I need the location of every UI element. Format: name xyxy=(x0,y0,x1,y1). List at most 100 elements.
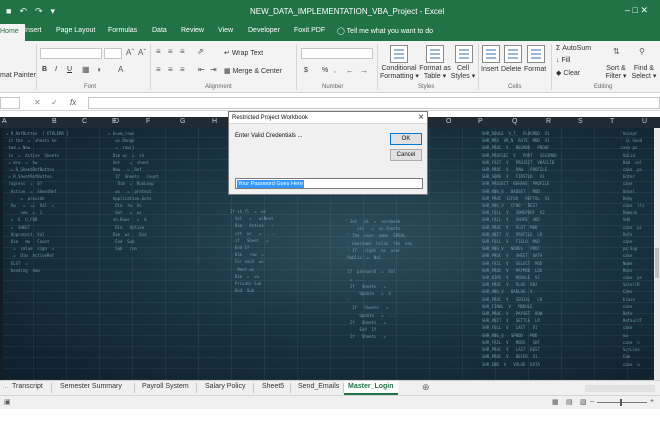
page-break-view-icon[interactable]: ▧ xyxy=(580,398,587,406)
window-controls[interactable]: – □ ✕ xyxy=(625,5,648,16)
find-select-button[interactable]: Find & Select ▾ xyxy=(629,65,659,81)
tab-view[interactable]: View xyxy=(218,27,233,34)
vertical-scrollbar[interactable] xyxy=(654,128,660,380)
sheet-tab-transcript[interactable]: Transcript xyxy=(12,383,43,390)
zoom-in-icon[interactable]: + xyxy=(650,398,654,405)
formula-input[interactable] xyxy=(88,97,660,109)
column-header[interactable]: A xyxy=(2,118,7,125)
bold-button[interactable]: B xyxy=(42,66,47,73)
sheet-tab-salary-policy[interactable]: Salary Policy xyxy=(205,383,245,390)
zoom-slider[interactable] xyxy=(597,402,647,403)
column-header[interactable]: B xyxy=(52,118,57,125)
align-top-icon[interactable]: ≡ xyxy=(156,47,161,56)
column-header[interactable]: F xyxy=(146,118,150,125)
tell-me-label: Tell me what you want to do xyxy=(346,28,434,35)
tab-data[interactable]: Data xyxy=(152,27,167,34)
font-color-icon[interactable]: A xyxy=(118,65,123,74)
increase-decimal-icon[interactable]: ← xyxy=(346,66,354,75)
fill-button[interactable]: ↓ Fill xyxy=(556,57,570,64)
column-header[interactable]: U xyxy=(642,118,647,125)
page-layout-view-icon[interactable]: ▤ xyxy=(566,398,573,406)
column-header[interactable]: S xyxy=(578,118,583,125)
cell-styles-button[interactable]: Cell Styles ▾ xyxy=(450,65,476,81)
number-format-combo[interactable] xyxy=(301,48,373,59)
cancel-button[interactable]: Cancel xyxy=(390,149,422,161)
sheet-tab-sheet5[interactable]: Sheet5 xyxy=(262,383,284,390)
shrink-font-icon[interactable]: Aˇ xyxy=(138,48,146,57)
underline-button[interactable]: U xyxy=(67,66,72,73)
tab-formulas[interactable]: Formulas xyxy=(108,27,137,34)
conditional-formatting-button[interactable]: Conditional Formatting ▾ xyxy=(380,65,419,81)
add-sheet-icon[interactable]: ⊕ xyxy=(422,382,430,393)
zoom-out-icon[interactable]: – xyxy=(590,398,594,405)
sheet-tab-semester-summary[interactable]: Semester Summary xyxy=(60,383,122,390)
percent-button[interactable]: % xyxy=(322,67,328,74)
tab-insert[interactable]: Insert xyxy=(24,27,42,34)
delete-cells-button[interactable]: Delete xyxy=(501,66,521,73)
borders-icon[interactable]: ▦ xyxy=(82,65,90,74)
column-header[interactable]: T xyxy=(610,118,614,125)
normal-view-icon[interactable]: ▦ xyxy=(552,398,559,406)
sort-filter-button[interactable]: Sort & Filter ▾ xyxy=(603,65,629,81)
italic-button[interactable]: I xyxy=(55,66,57,73)
align-left-icon[interactable]: ≡ xyxy=(156,65,161,74)
sheet-tab-master-login[interactable]: Master_Login xyxy=(344,381,398,395)
horizontal-scrollbar[interactable] xyxy=(585,385,655,392)
password-input[interactable]: Your Password Goes Here xyxy=(235,178,423,189)
save-icon[interactable]: ■ xyxy=(6,6,11,17)
align-right-icon[interactable]: ≡ xyxy=(180,65,185,74)
undo-icon[interactable]: ↶ xyxy=(19,6,27,17)
ok-button[interactable]: OK xyxy=(390,133,422,145)
clear-button[interactable]: ◆ Clear xyxy=(556,69,580,77)
name-box[interactable] xyxy=(0,97,20,109)
comma-button[interactable]: , xyxy=(334,67,336,74)
font-name-combo[interactable] xyxy=(40,48,102,59)
column-header[interactable]: E xyxy=(112,118,117,125)
vertical-scroll-thumb[interactable] xyxy=(655,248,659,278)
column-header[interactable]: O xyxy=(446,118,451,125)
align-middle-icon[interactable]: ≡ xyxy=(168,47,173,56)
tab-home[interactable]: Home xyxy=(0,24,25,41)
tab-page-layout[interactable]: Page Layout xyxy=(56,27,95,34)
grow-font-icon[interactable]: Aˆ xyxy=(126,48,134,57)
sheet-nav-icon[interactable]: … xyxy=(2,383,9,390)
decrease-indent-icon[interactable]: ⇤ xyxy=(198,65,205,74)
currency-button[interactable]: $ xyxy=(304,67,308,74)
sheet-tab-send-emails[interactable]: Send_Emails xyxy=(298,383,339,390)
customize-qat-icon[interactable]: ▾ xyxy=(51,6,56,17)
format-as-table-button[interactable]: Format as Table ▾ xyxy=(419,65,451,81)
column-header[interactable]: G xyxy=(180,118,185,125)
tab-foxit-pdf[interactable]: Foxit PDF xyxy=(294,27,325,34)
tell-me-search[interactable]: ◯ Tell me what you want to do xyxy=(337,27,433,35)
orientation-icon[interactable]: ⇗ xyxy=(197,47,204,56)
macro-recording-icon[interactable]: ▣ xyxy=(4,398,11,406)
align-bottom-icon[interactable]: ≡ xyxy=(180,47,185,56)
font-size-combo[interactable] xyxy=(104,48,122,59)
column-header[interactable]: R xyxy=(546,118,551,125)
increase-indent-icon[interactable]: ⇥ xyxy=(210,65,217,74)
row-header-strip xyxy=(0,128,3,380)
decrease-decimal-icon[interactable]: → xyxy=(360,66,368,75)
background-code-image: SHR_ROULE V_T_ PLOCMOD V1 SHR_MRD VR_N R… xyxy=(482,131,557,367)
tab-review[interactable]: Review xyxy=(181,27,204,34)
insert-function-button[interactable]: fx xyxy=(70,98,76,107)
merge-center-button[interactable]: ▦ Merge & Center xyxy=(224,67,282,75)
align-center-icon[interactable]: ≡ xyxy=(168,65,173,74)
redo-icon[interactable]: ↷ xyxy=(35,6,43,17)
autosum-button[interactable]: Σ AutoSum xyxy=(556,45,591,52)
format-cells-button[interactable]: Format xyxy=(524,66,546,73)
column-header[interactable]: C xyxy=(82,118,87,125)
cancel-entry-icon[interactable]: ✕ xyxy=(34,98,41,107)
column-header[interactable]: Q xyxy=(512,118,517,125)
insert-cells-button[interactable]: Insert xyxy=(481,66,499,73)
format-painter-button[interactable]: mat Painter xyxy=(0,72,36,79)
zoom-slider-thumb[interactable] xyxy=(620,399,622,406)
close-icon[interactable]: × xyxy=(418,112,424,123)
tab-developer[interactable]: Developer xyxy=(248,27,280,34)
confirm-entry-icon[interactable]: ✓ xyxy=(51,98,58,107)
sheet-tab-payroll-system[interactable]: Payroll System xyxy=(142,383,189,390)
column-header[interactable]: H xyxy=(212,118,217,125)
wrap-text-button[interactable]: ↵ Wrap Text xyxy=(224,49,263,57)
column-header[interactable]: P xyxy=(478,118,483,125)
fill-color-icon[interactable]: ◑ xyxy=(96,65,101,74)
